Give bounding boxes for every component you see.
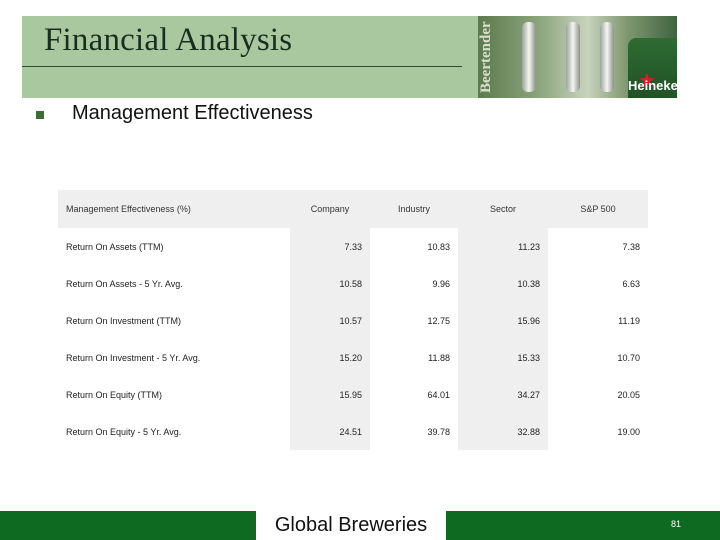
cell-industry: 12.75 (427, 315, 450, 326)
cell-company: 15.20 (290, 339, 370, 376)
column-header-sp500: S&P 500 (548, 190, 648, 228)
slide-title: Financial Analysis (44, 22, 293, 58)
bullet-management-effectiveness: Management Effectiveness (72, 102, 313, 124)
cell-company: 10.58 (290, 265, 370, 302)
column-header-industry: Industry (370, 190, 458, 228)
beer-tap-image (522, 22, 536, 92)
footer-label: Global Breweries (256, 511, 446, 540)
column-header-company: Company (290, 190, 370, 228)
column-header-metric: Management Effectiveness (%) (58, 190, 290, 228)
table-row: Return On Equity - 5 Yr. Avg. 24.51 39.7… (58, 413, 648, 450)
table-row: Return On Assets - 5 Yr. Avg. 10.58 9.96… (58, 265, 648, 302)
cell-sp500: 6.63 (622, 278, 640, 289)
row-label: Return On Assets (TTM) (66, 241, 164, 252)
cell-company: 10.57 (290, 302, 370, 339)
heineken-logo-text: Heineken (628, 78, 677, 93)
row-label: Return On Equity - 5 Yr. Avg. (66, 426, 182, 437)
beer-tap-image (600, 22, 614, 92)
row-label: Return On Equity (TTM) (66, 389, 163, 400)
title-rule (22, 66, 462, 67)
management-effectiveness-table: Management Effectiveness (%) Company Ind… (58, 190, 648, 450)
beer-tap-image (566, 22, 580, 92)
table-row: Return On Investment - 5 Yr. Avg. 15.20 … (58, 339, 648, 376)
cell-industry: 64.01 (427, 389, 450, 400)
cell-industry: 39.78 (427, 426, 450, 437)
cell-sector: 10.38 (458, 265, 548, 302)
bullet-square-icon (36, 111, 44, 119)
table-row: Return On Equity (TTM) 15.95 64.01 34.27… (58, 376, 648, 413)
table-row: Return On Investment (TTM) 10.57 12.75 1… (58, 302, 648, 339)
cell-sector: 15.96 (458, 302, 548, 339)
row-label: Return On Investment (TTM) (66, 315, 182, 326)
cell-company: 15.95 (290, 376, 370, 413)
cell-sector: 32.88 (458, 413, 548, 450)
cell-sp500: 19.00 (617, 426, 640, 437)
column-header-sector: Sector (458, 190, 548, 228)
cell-sp500: 20.05 (617, 389, 640, 400)
row-label: Return On Assets - 5 Yr. Avg. (66, 278, 183, 289)
cell-sp500: 10.70 (617, 352, 640, 363)
cell-sp500: 11.19 (618, 315, 640, 326)
cell-sector: 34.27 (458, 376, 548, 413)
cell-sector: 11.23 (458, 228, 548, 265)
cell-company: 7.33 (290, 228, 370, 265)
table-row: Return On Assets (TTM) 7.33 10.83 11.23 … (58, 228, 648, 265)
cell-industry: 10.83 (427, 241, 450, 252)
cell-company: 24.51 (290, 413, 370, 450)
cell-sector: 15.33 (458, 339, 548, 376)
cell-sp500: 7.38 (622, 241, 640, 252)
table-header-row: Management Effectiveness (%) Company Ind… (58, 190, 648, 228)
cell-industry: 9.96 (432, 278, 450, 289)
cell-industry: 11.88 (428, 352, 450, 363)
row-label: Return On Investment - 5 Yr. Avg. (66, 352, 201, 363)
header-beer-tap-image: Beertender ★ Heineken (478, 16, 677, 98)
beertender-logo-text: Beertender (478, 21, 494, 93)
page-number: 81 (671, 519, 682, 529)
